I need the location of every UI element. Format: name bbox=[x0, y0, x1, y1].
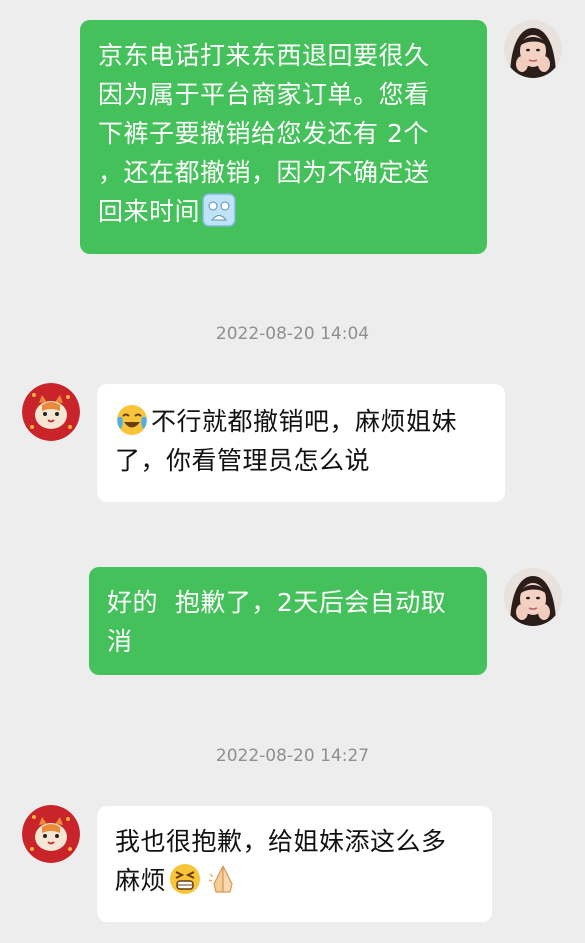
message-bubble-incoming[interactable]: 不行就都撤销吧，麻烦姐妹 了，你看管理员怎么说 bbox=[97, 384, 505, 502]
message-line: 麻烦 bbox=[115, 866, 167, 895]
avatar-self[interactable] bbox=[504, 568, 562, 626]
message-line: 因为属于平台商家订单。您看 bbox=[98, 80, 430, 109]
praying-hands-emoji-icon bbox=[206, 862, 240, 896]
message-line: 我也很抱歉，给姐妹添这么多 bbox=[115, 827, 447, 856]
message-bubble-outgoing[interactable]: 好的 抱歉了，2天后会自动取 消 bbox=[89, 567, 487, 675]
message-line: 了，你看管理员怎么说 bbox=[115, 446, 371, 475]
portrait-icon bbox=[504, 20, 562, 78]
timestamp: 2022-08-20 14:27 bbox=[215, 746, 370, 766]
timestamp: 2022-08-20 14:04 bbox=[215, 324, 370, 344]
message-bubble-incoming[interactable]: 我也很抱歉，给姐妹添这么多 麻烦 bbox=[97, 806, 492, 922]
message-line: 下裤子要撤销给您发还有 2个 bbox=[98, 119, 429, 148]
portrait-icon bbox=[504, 568, 562, 626]
message-line: ，还在都撤销，因为不确定送 bbox=[98, 158, 430, 187]
avatar-contact[interactable] bbox=[22, 383, 80, 441]
message-line: 好的 抱歉了，2天后会自动取 bbox=[107, 588, 447, 617]
message-last-line: 麻烦 bbox=[115, 861, 474, 900]
tiger-avatar-icon bbox=[22, 383, 80, 441]
avatar-self[interactable] bbox=[504, 20, 562, 78]
message-first-line: 不行就都撤销吧，麻烦姐妹 bbox=[115, 402, 487, 441]
pleading-emoji-icon bbox=[202, 193, 236, 227]
message-bubble-outgoing[interactable]: 京东电话打来东西退回要很久 因为属于平台商家订单。您看 下裤子要撤销给您发还有 … bbox=[80, 20, 487, 254]
message-line: 消 bbox=[107, 627, 133, 656]
crying-laughing-emoji-icon bbox=[115, 403, 149, 437]
message-line: 回来时间 bbox=[98, 197, 201, 226]
tiger-avatar-icon bbox=[22, 805, 80, 863]
message-line: 京东电话打来东西退回要很久 bbox=[98, 41, 430, 70]
avatar-contact[interactable] bbox=[22, 805, 80, 863]
message-last-line: 回来时间 bbox=[98, 192, 469, 231]
message-line: 不行就都撤销吧，麻烦姐妹 bbox=[151, 407, 458, 436]
grinning-squint-emoji-icon bbox=[168, 862, 202, 896]
